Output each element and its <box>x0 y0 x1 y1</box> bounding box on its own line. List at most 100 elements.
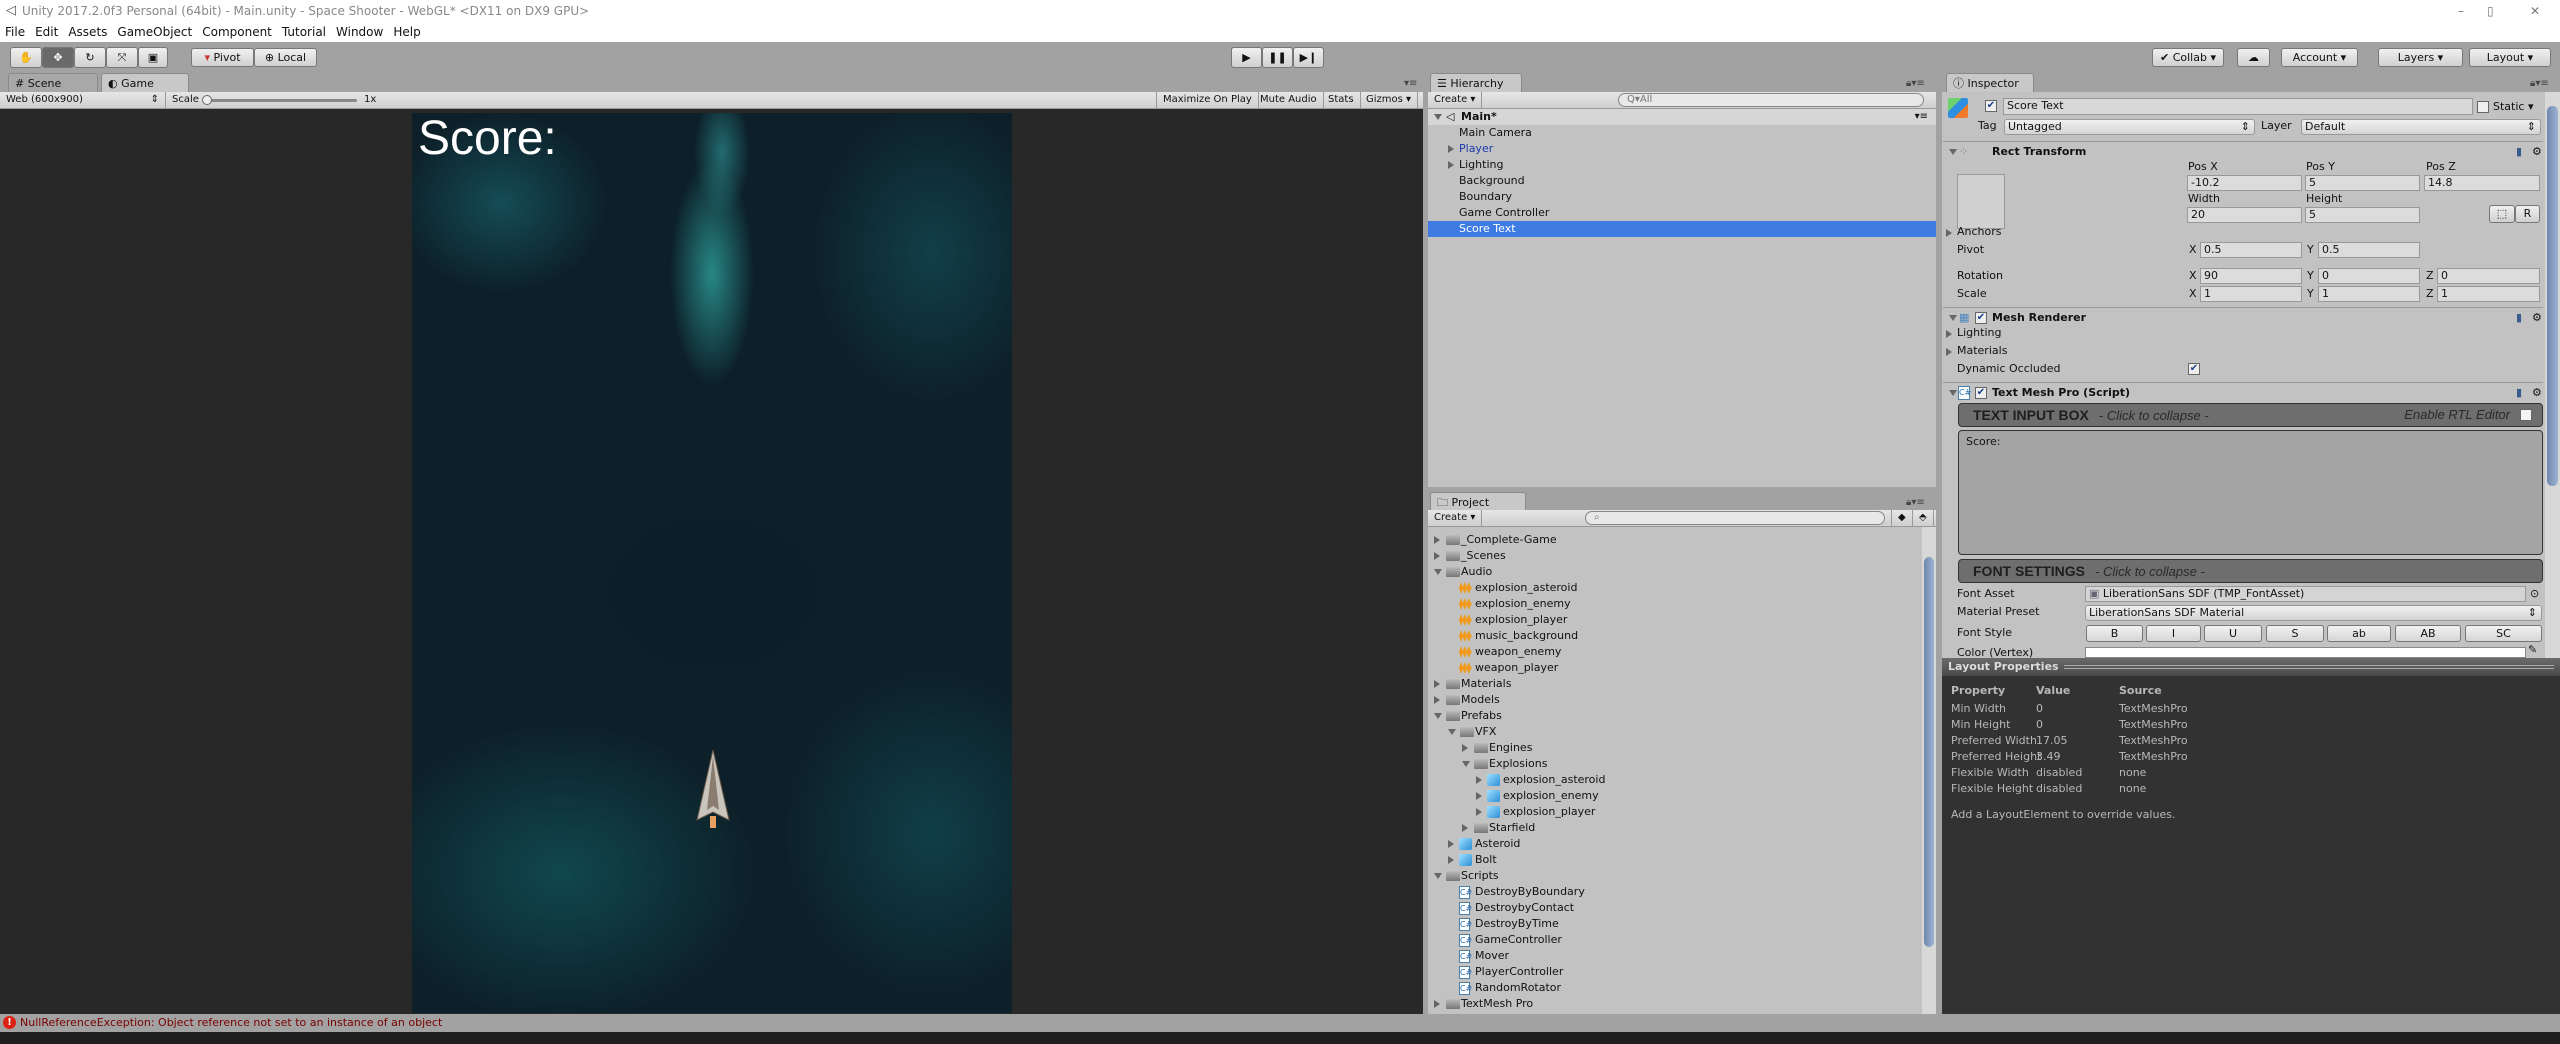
minimize-button[interactable]: – <box>2458 0 2464 22</box>
help-book-icon[interactable]: ▮ <box>2516 383 2522 403</box>
gizmos-dropdown[interactable]: Gizmos ▾ <box>1360 92 1419 108</box>
hierarchy-item[interactable]: Main Camera <box>1428 125 1936 141</box>
font-style-lowercase-button[interactable]: ab <box>2327 625 2391 642</box>
status-bar[interactable]: ! NullReferenceException: Object referen… <box>0 1014 2560 1032</box>
materials-foldout[interactable]: Materials <box>1957 343 2007 359</box>
expand-arrow-icon[interactable] <box>1448 161 1454 169</box>
project-item[interactable]: music_background <box>1428 628 1918 644</box>
game-view[interactable]: Score: <box>0 109 1423 1014</box>
project-item[interactable]: Audio <box>1428 564 1918 580</box>
layout-properties-header[interactable]: Layout Properties <box>1942 658 2560 676</box>
project-item[interactable]: C# GameController <box>1428 932 1918 948</box>
font-settings-header[interactable]: FONT SETTINGS - Click to collapse - <box>1958 559 2543 583</box>
font-asset-field[interactable]: ▣ LiberationSans SDF (TMP_FontAsset) <box>2085 586 2526 602</box>
tab-hierarchy[interactable]: ☰ Hierarchy <box>1430 73 1522 93</box>
tab-scene[interactable]: # Scene <box>8 73 98 93</box>
scrollbar-thumb[interactable] <box>2547 106 2558 486</box>
component-enabled-checkbox[interactable]: ✔ <box>1975 387 1987 399</box>
scrollbar-thumb[interactable] <box>1924 557 1934 947</box>
project-item[interactable]: weapon_player <box>1428 660 1918 676</box>
lock-icon[interactable]: 🔒︎▾≡ <box>1906 78 1925 89</box>
local-button[interactable]: ⊕ Local <box>254 48 317 67</box>
status-message[interactable]: NullReferenceException: Object reference… <box>20 1014 442 1032</box>
expand-arrow-icon[interactable] <box>1434 696 1440 704</box>
tab-game[interactable]: ◐ Game <box>101 73 189 93</box>
cloud-button[interactable]: ☁ <box>2237 48 2270 67</box>
lock-icon[interactable]: 🔒︎▾≡ <box>1906 497 1925 508</box>
project-item[interactable]: explosion_enemy <box>1428 596 1918 612</box>
expand-arrow-icon[interactable] <box>1462 824 1468 832</box>
font-style-underline-button[interactable]: U <box>2204 625 2262 642</box>
menu-edit[interactable]: Edit <box>30 24 63 40</box>
hierarchy-item[interactable]: Player <box>1428 141 1936 157</box>
font-style-italic-button[interactable]: I <box>2146 625 2201 642</box>
gear-icon[interactable]: ⚙ <box>2532 308 2542 328</box>
project-item[interactable]: VFX <box>1428 724 1918 740</box>
expand-arrow-icon[interactable] <box>1448 145 1454 153</box>
scale-x-input[interactable]: 1 <box>2200 286 2302 302</box>
project-item[interactable]: TextMesh Pro <box>1428 996 1918 1012</box>
rotate-tool-button[interactable]: ↻ <box>74 47 106 68</box>
raw-edit-button[interactable]: R <box>2515 205 2540 223</box>
collab-button[interactable]: ✔ Collab ▾ <box>2152 48 2224 67</box>
expand-arrow-icon[interactable] <box>1462 744 1468 752</box>
project-item[interactable]: C# DestroyByTime <box>1428 916 1918 932</box>
tab-project[interactable]: 🗀︎ Project <box>1430 492 1526 512</box>
filter-by-type-button[interactable]: ◆ <box>1891 510 1913 526</box>
maximize-button[interactable]: ▯ <box>2487 0 2494 22</box>
menu-help[interactable]: Help <box>388 24 425 40</box>
text-mesh-pro-header[interactable]: C# ✔ Text Mesh Pro (Script) ▮ ⚙ <box>1943 382 2543 402</box>
tab-inspector[interactable]: ⓘ Inspector <box>1946 73 2034 93</box>
project-item[interactable]: Prefabs <box>1428 708 1918 724</box>
tag-dropdown[interactable]: Untagged ⇕ <box>2004 119 2255 135</box>
project-item[interactable]: Models <box>1428 692 1918 708</box>
layout-dropdown[interactable]: Layout ▾ <box>2469 48 2551 67</box>
menu-file[interactable]: File <box>0 24 30 40</box>
mute-audio-toggle[interactable]: Mute Audio <box>1254 92 1324 108</box>
project-item[interactable]: Bolt <box>1428 852 1918 868</box>
project-item[interactable]: explosion_asteroid <box>1428 772 1918 788</box>
move-tool-button[interactable]: ✥ <box>42 47 74 68</box>
project-item[interactable]: C# PlayerController <box>1428 964 1918 980</box>
expand-arrow-icon[interactable] <box>1434 552 1440 560</box>
width-input[interactable]: 20 <box>2187 207 2302 223</box>
hierarchy-item[interactable]: Boundary <box>1428 189 1936 205</box>
project-item[interactable]: _Scenes <box>1428 548 1918 564</box>
menu-gameobject[interactable]: GameObject <box>112 24 197 40</box>
expand-arrow-icon[interactable] <box>1434 536 1440 544</box>
font-style-strikethrough-button[interactable]: S <box>2266 625 2324 642</box>
pos-y-input[interactable]: 5 <box>2305 175 2420 191</box>
help-book-icon[interactable]: ▮ <box>2516 142 2522 162</box>
expand-arrow-icon[interactable] <box>1434 680 1440 688</box>
project-item[interactable]: C# Mover <box>1428 948 1918 964</box>
play-button[interactable]: ▶ <box>1231 47 1262 68</box>
scale-slider-thumb[interactable] <box>202 95 212 105</box>
rotation-z-input[interactable]: 0 <box>2437 268 2540 284</box>
lock-icon[interactable]: 🔒︎▾≡ <box>2530 78 2549 89</box>
menu-window[interactable]: Window <box>331 24 388 40</box>
gear-icon[interactable]: ⚙ <box>2532 142 2542 162</box>
project-item[interactable]: C# RandomRotator <box>1428 980 1918 996</box>
expand-arrow-icon[interactable] <box>1476 776 1482 784</box>
material-preset-dropdown[interactable]: LiberationSans SDF Material ⇕ <box>2085 605 2542 621</box>
pivot-y-input[interactable]: 0.5 <box>2318 242 2420 258</box>
project-item[interactable]: explosion_player <box>1428 804 1918 820</box>
pos-x-input[interactable]: -10.2 <box>2187 175 2302 191</box>
text-input-box-header[interactable]: TEXT INPUT BOX - Click to collapse - Enab… <box>1958 403 2543 427</box>
object-name-input[interactable]: Score Text <box>2003 98 2473 115</box>
hierarchy-search-input[interactable]: Q▾All <box>1618 93 1924 107</box>
layer-dropdown[interactable]: Default ⇕ <box>2301 119 2541 135</box>
project-item[interactable]: Explosions <box>1428 756 1918 772</box>
anchors-expand-icon[interactable] <box>1946 229 1952 237</box>
help-book-icon[interactable]: ▮ <box>2516 308 2522 328</box>
hierarchy-item[interactable]: Game Controller <box>1428 205 1936 221</box>
panel-menu-icon[interactable]: ▾≡ <box>1404 78 1417 89</box>
project-item[interactable]: C# DestroyByBoundary <box>1428 884 1918 900</box>
pos-z-input[interactable]: 14.8 <box>2424 175 2540 191</box>
expand-arrow-icon[interactable] <box>1448 840 1454 848</box>
filter-by-label-button[interactable]: ⬘ <box>1913 510 1934 526</box>
maximize-on-play-toggle[interactable]: Maximize On Play <box>1156 92 1259 108</box>
resolution-dropdown[interactable]: Web (600x900) ⇕ <box>0 92 166 108</box>
project-item[interactable]: Starfield <box>1428 820 1918 836</box>
hierarchy-create-button[interactable]: Create ▾ <box>1428 92 1483 108</box>
